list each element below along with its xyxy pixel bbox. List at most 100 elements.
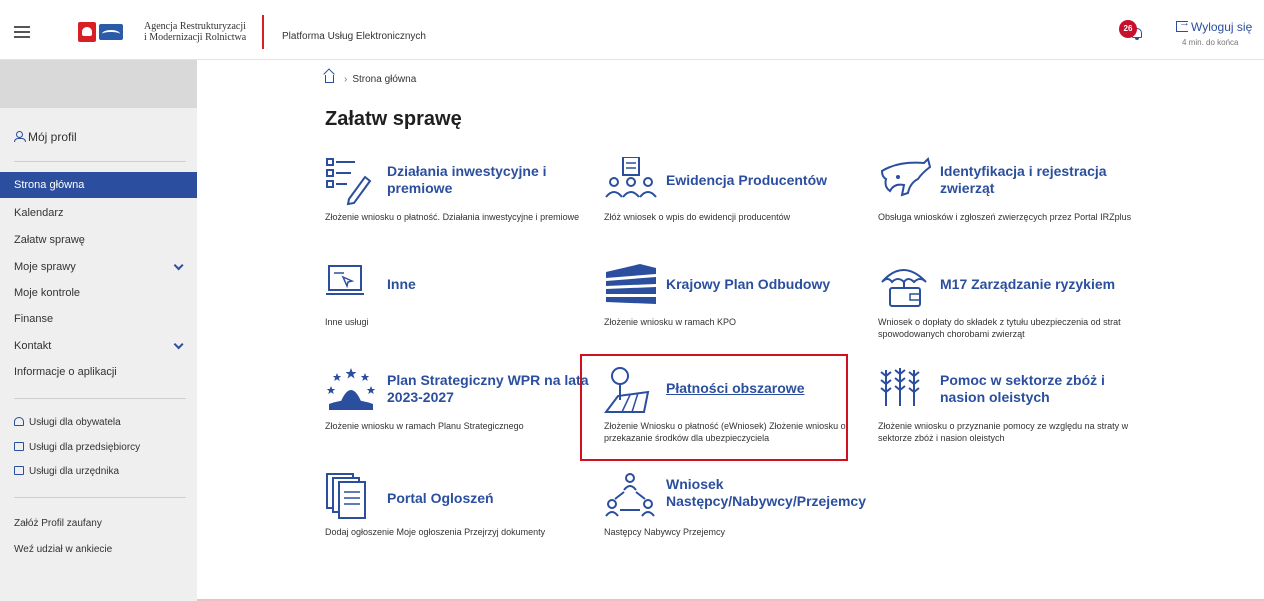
kpo-icon [606, 264, 656, 304]
trusted-profile-link[interactable]: Załóż Profil zaufany [14, 518, 102, 529]
sidebar-divider [14, 161, 186, 162]
official-services-link[interactable]: Usługi dla urzędnika [14, 466, 119, 477]
tile-area-payments[interactable]: Płatności obszarowe Złożenie Wniosku o p… [604, 366, 872, 456]
survey-link[interactable]: Weź udział w ankiecie [14, 544, 112, 555]
tile-description: Dodaj ogłoszenie Moje ogłoszenia Przejrz… [325, 527, 546, 537]
service-label: Usługi dla przedsiębiorcy [29, 442, 141, 453]
sidebar-item-label: Informacje o aplikacji [14, 366, 117, 378]
hamburger-icon[interactable] [14, 26, 30, 38]
list-pencil-icon [326, 158, 372, 206]
wheat-icon [880, 368, 920, 406]
tile-title[interactable]: Krajowy Plan Odbudowy [666, 276, 872, 293]
tile-title[interactable]: Ewidencja Producentów [666, 172, 872, 189]
tile-investment-actions[interactable]: Działania inwestycyjne i premiowe Złożen… [325, 157, 593, 247]
documents-icon [326, 473, 366, 519]
sidebar-item-label: Kalendarz [14, 207, 64, 219]
logo-text: Agencja Restrukturyzacji i Modernizacji … [144, 21, 254, 43]
tile-title[interactable]: Płatności obszarowe [666, 380, 872, 397]
my-profile-link[interactable]: Mój profil [14, 130, 77, 144]
sidebar-divider [14, 497, 186, 498]
sidebar-item-calendar[interactable]: Kalendarz [0, 200, 197, 226]
logo-line-2: i Modernizacji Rolnictwa [144, 32, 247, 43]
sidebar-item-handle-case[interactable]: Załatw sprawę [0, 227, 197, 253]
tile-title[interactable]: Portal Ogloszeń [387, 490, 593, 507]
sidebar-item-label: Finanse [14, 313, 54, 325]
sidebar-item-my-cases[interactable]: Moje sprawy [0, 254, 197, 280]
tile-description: Inne usługi [325, 317, 369, 327]
sidebar-item-my-controls[interactable]: Moje kontrole [0, 280, 197, 306]
tile-title[interactable]: Inne [387, 276, 593, 293]
monitor-icon [14, 466, 24, 475]
eu-stars-icon [326, 368, 376, 410]
tile-strategic-plan[interactable]: Plan Strategiczny WPR na lata 2023-2027 … [325, 366, 593, 456]
tile-title[interactable]: M17 Zarządzanie ryzykiem [940, 276, 1146, 293]
platform-title: Platforma Usług Elektronicznych [282, 31, 426, 42]
home-icon[interactable] [325, 75, 334, 83]
tile-title[interactable]: Wniosek Następcy/Nabywcy/Przejemcy [666, 476, 872, 510]
tile-title[interactable]: Działania inwestycyjne i premiowe [387, 163, 593, 197]
poland-emblem-icon [78, 22, 96, 42]
tile-description: Złożenie wniosku o płatność. Działania i… [325, 212, 580, 222]
tile-description: Złożenie Wniosku o płatność (eWniosek) Z… [604, 421, 846, 443]
sidebar-item-contact[interactable]: Kontakt [0, 333, 197, 359]
breadcrumb-separator: › [344, 74, 348, 85]
tile-grain-support[interactable]: Pomoc w sektorze zbóż i nasion oleistych… [878, 366, 1146, 456]
tile-description: Złóż wniosek o wpis do ewidencji produce… [604, 212, 791, 222]
laptop-icon [326, 265, 364, 295]
sidebar-item-label: Strona główna [14, 179, 85, 191]
tile-animal-identification[interactable]: Identyfikacja i rejestracja zwierząt Obs… [878, 157, 1146, 247]
business-services-link[interactable]: Usługi dla przedsiębiorcy [14, 442, 140, 453]
tile-successor-application[interactable]: Wniosek Następcy/Nabywcy/Przejemcy Nastę… [604, 472, 872, 562]
profile-label: Mój profil [28, 130, 77, 144]
logo-line-1: Agencja Restrukturyzacji [144, 21, 246, 32]
breadcrumb-current: Strona główna [352, 74, 417, 85]
field-tree-icon [604, 367, 650, 413]
sidebar: Mój profil Strona główna Kalendarz Załat… [0, 60, 197, 601]
chevron-down-icon[interactable] [173, 339, 184, 350]
sidebar-item-label: Moje kontrole [14, 287, 81, 299]
header-divider [262, 15, 264, 49]
breadcrumb: › Strona główna [325, 74, 416, 85]
citizen-services-link[interactable]: Usługi dla obywatela [14, 417, 121, 428]
sidebar-item-label: Kontakt [14, 340, 52, 352]
person-icon [14, 417, 24, 426]
chevron-down-icon[interactable] [173, 260, 184, 271]
service-label: Usługi dla obywatela [29, 417, 121, 428]
tile-title[interactable]: Pomoc w sektorze zbóż i nasion oleistych [940, 372, 1146, 406]
sidebar-banner [0, 60, 197, 108]
briefcase-icon [14, 442, 24, 451]
cow-icon [880, 157, 932, 197]
tile-announcements-portal[interactable]: Portal Ogloszeń Dodaj ogłoszenie Moje og… [325, 472, 593, 562]
tile-description: Następcy Nabywcy Przejemcy [604, 527, 726, 537]
tile-title[interactable]: Plan Strategiczny WPR na lata 2023-2027 [387, 372, 593, 406]
sidebar-divider [14, 398, 186, 399]
service-label: Usługi dla urzędnika [29, 466, 120, 477]
tile-description: Złożenie wniosku o przyznanie pomocy ze … [878, 421, 1129, 443]
umbrella-wallet-icon [881, 269, 927, 307]
logout-button[interactable]: Wyloguj się [1176, 17, 1253, 34]
people-document-icon [605, 157, 657, 198]
tile-risk-management[interactable]: M17 Zarządzanie ryzykiem Wniosek o dopła… [878, 262, 1146, 352]
tile-other[interactable]: Inne Inne usługi [325, 262, 593, 352]
tile-description: Obsługa wniosków i zgłoszeń zwierzęcych … [878, 212, 1132, 222]
notification-badge[interactable]: 26 [1119, 20, 1137, 38]
sidebar-item-finance[interactable]: Finanse [0, 306, 197, 332]
arimr-logo[interactable]: Agencja Restrukturyzacji i Modernizacji … [78, 20, 248, 46]
sidebar-item-label: Załatw sprawę [14, 234, 85, 246]
people-network-icon [605, 473, 655, 517]
user-icon [14, 131, 26, 142]
arimr-icon [99, 24, 123, 40]
sidebar-item-home[interactable]: Strona główna [0, 172, 197, 198]
session-timer: 4 min. do końca [1182, 38, 1239, 47]
tile-description: Wniosek o dopłaty do składek z tytułu ub… [878, 317, 1121, 339]
sidebar-item-label: Moje sprawy [14, 261, 76, 273]
tile-producer-register[interactable]: Ewidencja Producentów Złóż wniosek o wpi… [604, 157, 872, 247]
logout-label: Wyloguj się [1191, 20, 1253, 34]
tile-description: Złożenie wniosku w ramach KPO [604, 317, 737, 327]
tile-title[interactable]: Identyfikacja i rejestracja zwierząt [940, 163, 1146, 197]
page-title: Załatw sprawę [325, 108, 462, 130]
tile-description: Złożenie wniosku w ramach Planu Strategi… [325, 421, 524, 431]
sidebar-item-app-info[interactable]: Informacje o aplikacji [0, 359, 197, 385]
tile-kpo[interactable]: Krajowy Plan Odbudowy Złożenie wniosku w… [604, 262, 872, 352]
logout-icon [1176, 17, 1190, 32]
